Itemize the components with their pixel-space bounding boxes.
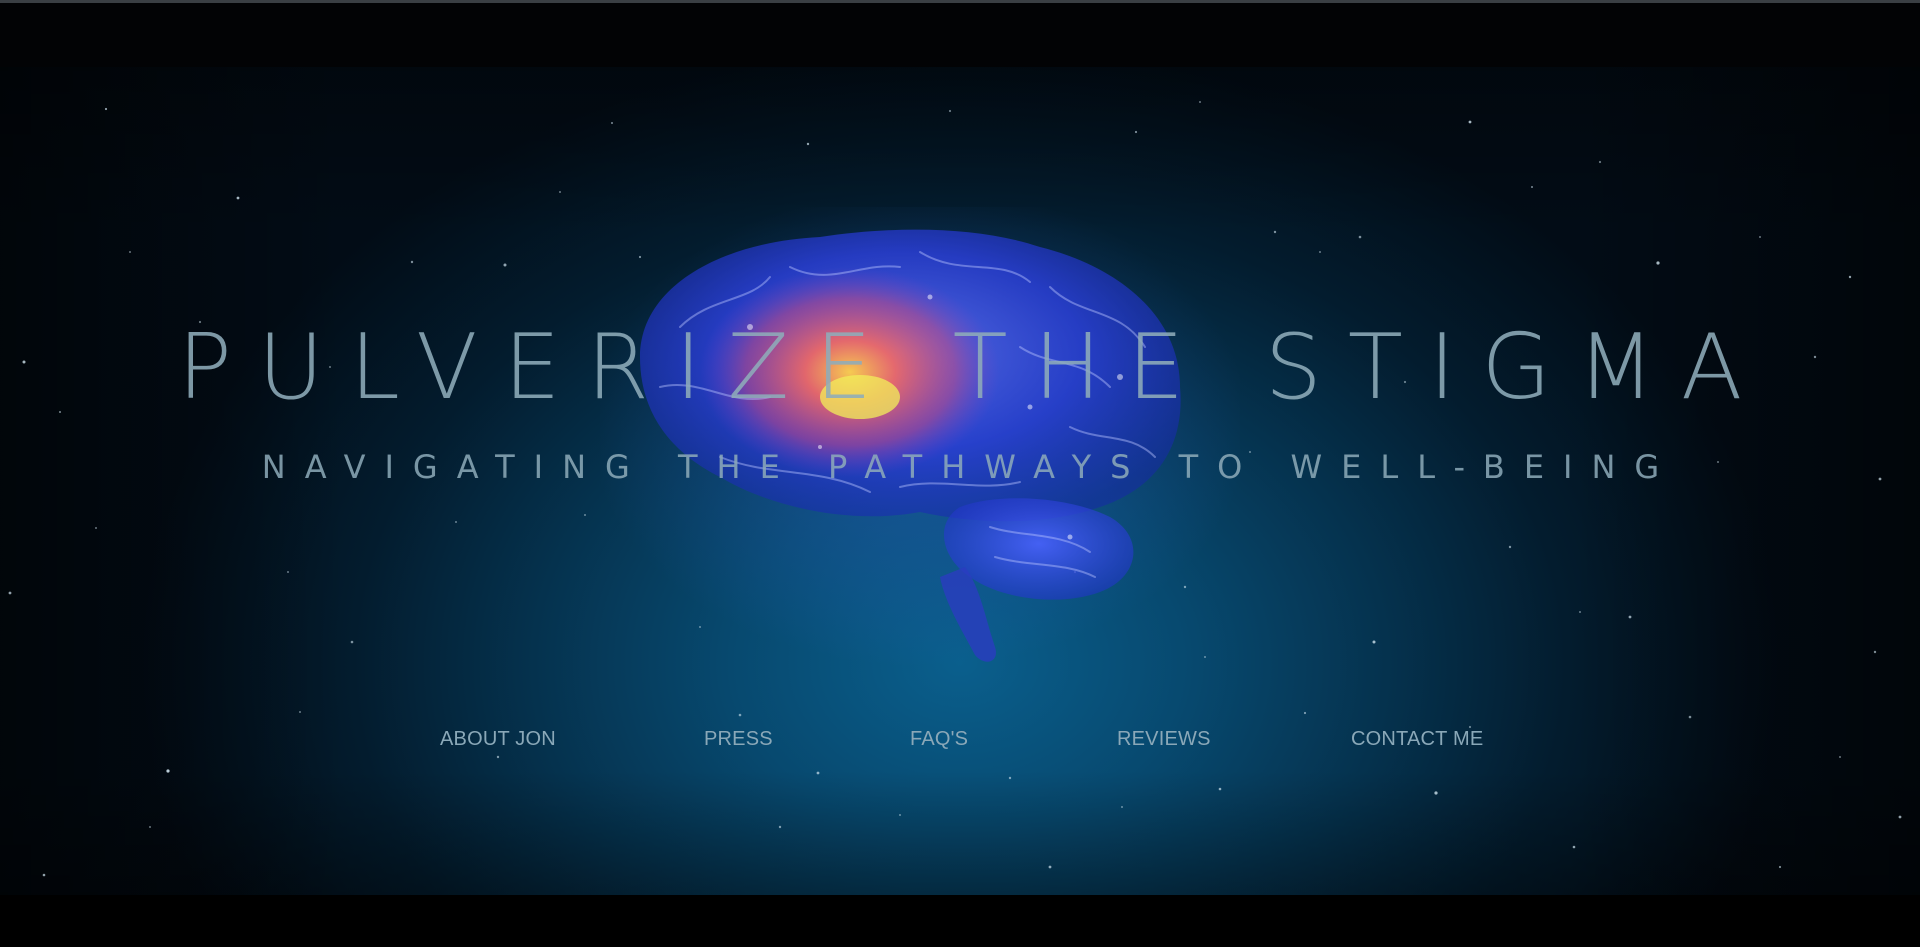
footer-bar [0, 895, 1920, 947]
nav-contact-me[interactable]: CONTACT ME [1351, 728, 1483, 751]
nav-press[interactable]: PRESS [704, 728, 773, 751]
main-navigation: ABOUT JON PRESS FAQ'S REVIEWS CONTACT ME [0, 728, 1920, 758]
header-bar [0, 3, 1920, 67]
nav-reviews[interactable]: REVIEWS [1117, 728, 1211, 751]
brain-illustration [600, 207, 1240, 667]
site-tagline: NAVIGATING THE PATHWAYS TO WELL-BEING [261, 448, 1679, 486]
hero-section: PULVERIZE THE STIGMA NAVIGATING THE PATH… [0, 67, 1920, 895]
nav-faqs[interactable]: FAQ'S [910, 728, 968, 751]
nav-about-jon[interactable]: ABOUT JON [440, 728, 556, 751]
site-title: PULVERIZE THE STIGMA [177, 315, 1769, 420]
